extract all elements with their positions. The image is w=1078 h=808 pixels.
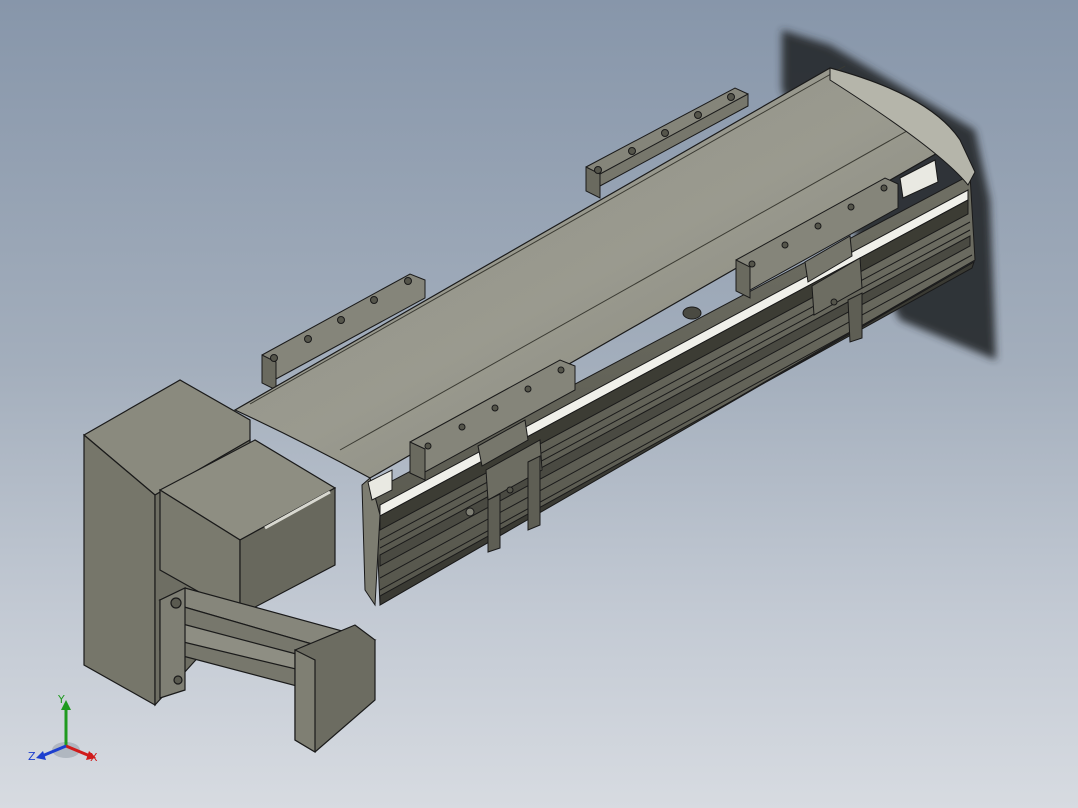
lower-motor-block	[158, 587, 377, 754]
triad-z-label: Z	[28, 750, 36, 763]
3d-viewport[interactable]: Y X Z	[0, 0, 1078, 808]
top-cover-hole	[682, 306, 702, 320]
linear-actuator-model[interactable]	[0, 0, 1078, 808]
triad-y-label: Y	[58, 693, 65, 706]
triad-x-label: X	[90, 751, 98, 764]
view-orientation-triad[interactable]: Y X Z	[26, 694, 106, 768]
